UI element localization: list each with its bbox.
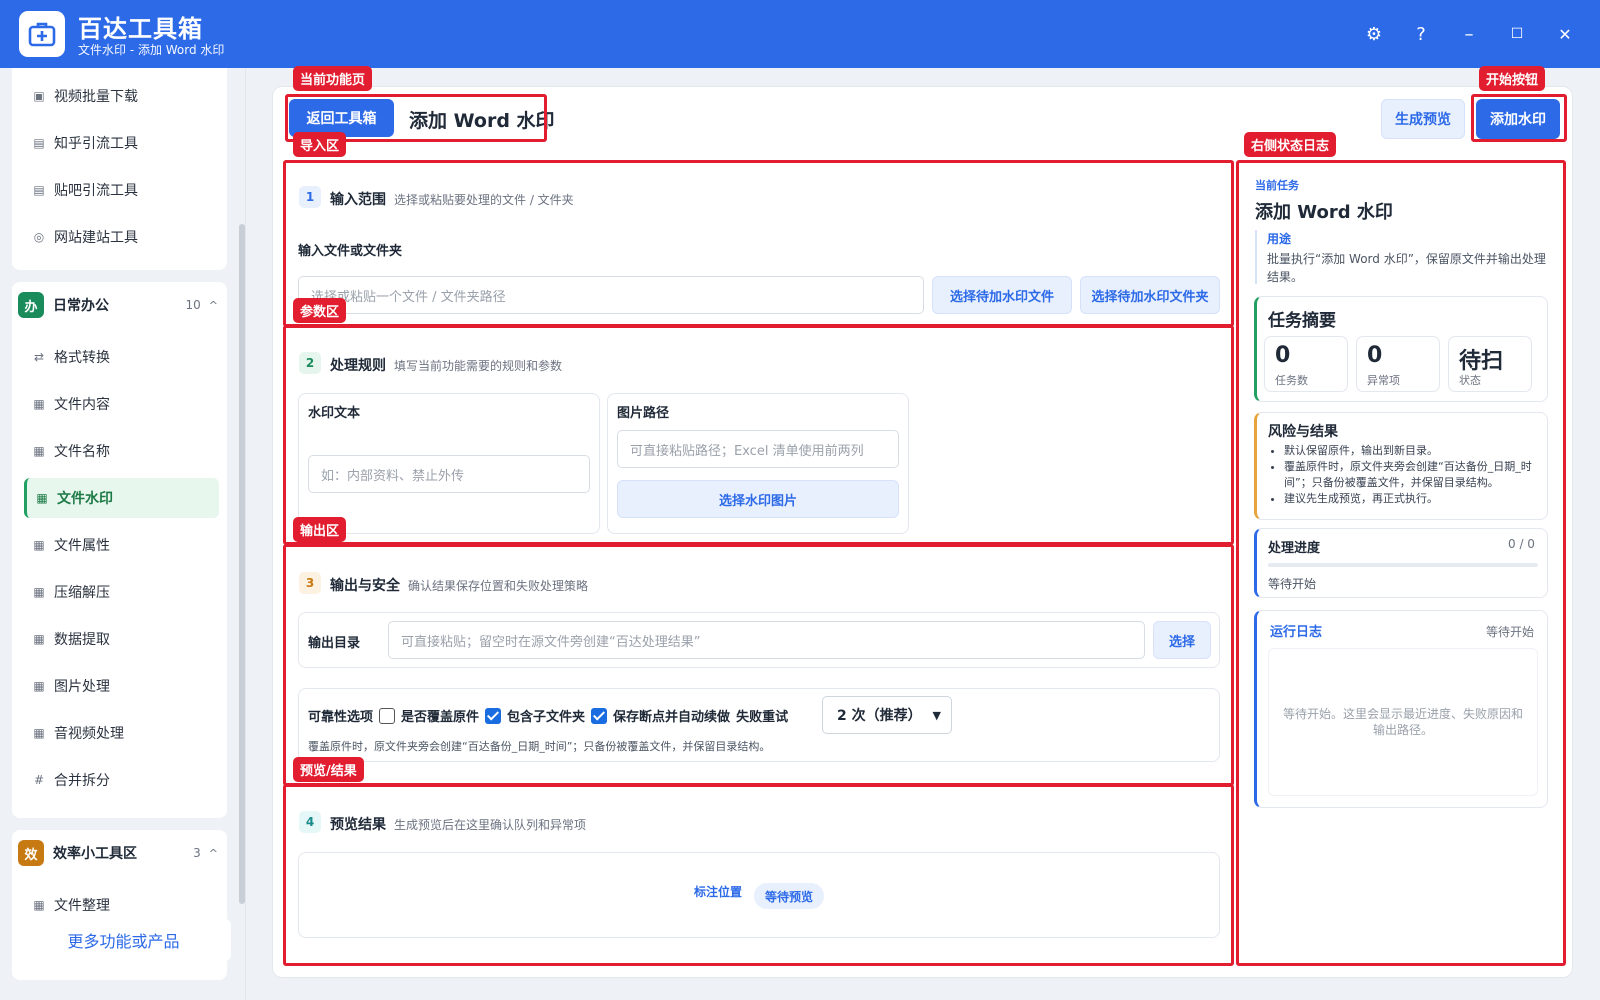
globe-icon: ◎ [33,230,45,244]
sidebar-item-video-download[interactable]: ▣ 视频批量下载 [24,76,219,116]
sidebar-scrollbar[interactable] [239,224,245,904]
annotation-right-log-tag: 右侧状态日志 [1244,132,1337,157]
annotation-preview-box [283,784,1234,966]
office-badge-icon: 办 [18,292,44,318]
settings-icon[interactable]: ⚙ [1362,22,1386,46]
swap-icon: ⇄ [33,350,45,364]
sidebar-item-website[interactable]: ◎ 网站建站工具 [24,217,219,257]
zhihu-icon: ▤ [33,136,45,150]
app-subtitle: 文件水印 - 添加 Word 水印 [78,43,225,57]
annotation-right-log-box [1236,160,1566,966]
sidebar-item-merge-split[interactable]: # 合并拆分 [24,760,219,800]
annotation-import-box [283,160,1234,327]
annotation-output-tag: 输出区 [293,517,347,542]
grid-icon: ▦ [33,538,45,552]
more-products-link[interactable]: 更多功能或产品 [16,918,231,962]
sidebar-item-data-extract[interactable]: ▦ 数据提取 [24,619,219,659]
sidebar-item-format-convert[interactable]: ⇄ 格式转换 [24,337,219,377]
annotation-import-tag: 导入区 [293,132,347,157]
chevron-up-icon: ^ [208,846,218,860]
annotation-params-box [283,325,1234,545]
minimize-icon[interactable]: – [1457,22,1481,46]
grid-icon: ▦ [33,444,45,458]
grid-icon: ▦ [33,585,45,599]
group-header-efficiency[interactable]: 效 效率小工具区 3 ^ [18,838,218,868]
hash-icon: # [33,773,45,787]
close-icon[interactable]: ✕ [1553,22,1577,46]
annotation-current-page-tag: 当前功能页 [293,66,373,91]
annotation-output-box [283,544,1234,786]
sidebar-item-file-name[interactable]: ▦ 文件名称 [24,431,219,471]
grid-icon: ▦ [33,726,45,740]
sidebar-item-file-watermark[interactable]: ▦ 文件水印 [24,478,219,518]
sidebar-item-compress[interactable]: ▦ 压缩解压 [24,572,219,612]
app-title: 百达工具箱 [78,15,203,43]
sidebar-item-audio-video[interactable]: ▦ 音视频处理 [24,713,219,753]
sidebar-item-file-property[interactable]: ▦ 文件属性 [24,525,219,565]
annotation-start-button-box [1471,94,1567,142]
chevron-up-icon: ^ [208,298,218,312]
sidebar-item-file-content[interactable]: ▦ 文件内容 [24,384,219,424]
sidebar-item-zhihu[interactable]: ▤ 知乎引流工具 [24,123,219,163]
efficiency-badge-icon: 效 [18,840,44,866]
grid-icon: ▦ [36,491,48,505]
group-header-office[interactable]: 办 日常办公 10 ^ [18,290,218,320]
sidebar-item-tieba[interactable]: ▤ 贴吧引流工具 [24,170,219,210]
sidebar: ▣ 视频批量下载 ▤ 知乎引流工具 ▤ 贴吧引流工具 ◎ 网站建站工具 办 日常办公 1… [0,68,246,1000]
grid-icon: ▦ [33,397,45,411]
grid-icon: ▦ [33,632,45,646]
grid-icon: ▦ [33,898,45,912]
maximize-icon[interactable]: ☐ [1505,22,1529,46]
video-icon: ▣ [33,89,45,103]
generate-preview-button[interactable]: 生成预览 [1381,99,1465,139]
annotation-preview-tag: 预览/结果 [293,757,364,782]
title-bar: 百达工具箱 文件水印 - 添加 Word 水印 ⚙ ? – ☐ ✕ [0,0,1600,68]
annotation-start-button-tag: 开始按钮 [1479,66,1546,91]
tieba-icon: ▤ [33,183,45,197]
help-icon[interactable]: ? [1409,22,1433,46]
grid-icon: ▦ [33,679,45,693]
toolbox-logo-icon [19,11,65,57]
annotation-params-tag: 参数区 [293,298,347,323]
sidebar-item-image-process[interactable]: ▦ 图片处理 [24,666,219,706]
